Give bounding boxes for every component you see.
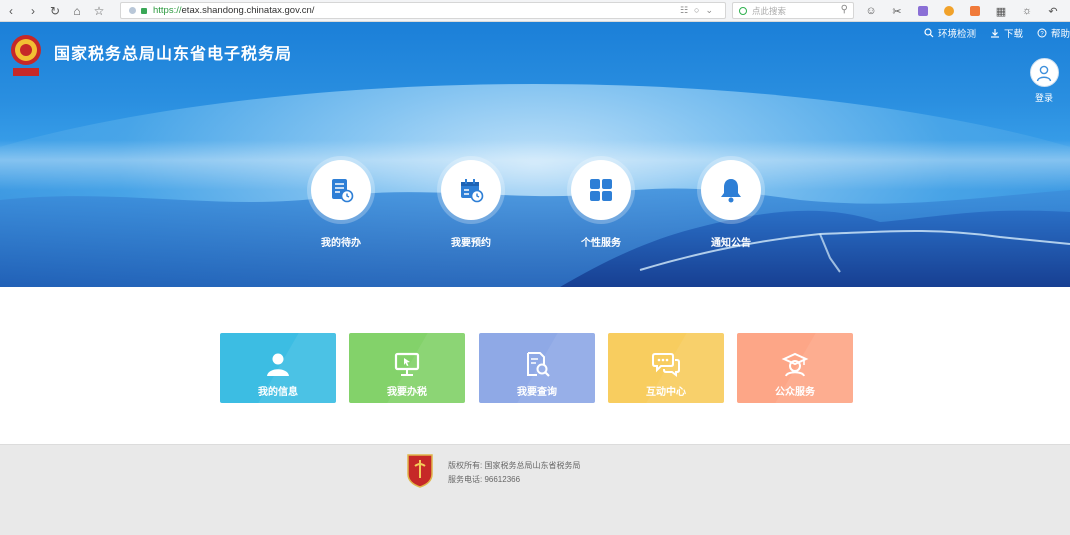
link-env-check[interactable]: 环境检测 <box>924 26 976 40</box>
police-badge-icon[interactable] <box>406 452 434 488</box>
search-placeholder: 点此搜索 <box>752 5 787 16</box>
undo-icon[interactable]: ↶ <box>1040 0 1066 22</box>
tile-label: 我要办税 <box>387 387 427 398</box>
header-links: 环境检测 下载 ? 帮助 <box>924 26 1070 40</box>
search-doc-icon <box>479 333 595 377</box>
secure-lock-icon <box>141 7 147 14</box>
bookmark-star-icon[interactable]: ☆ <box>88 0 110 22</box>
quick-entry-label: 通知公告 <box>711 238 751 249</box>
translate-icon[interactable]: ☺ <box>858 0 884 22</box>
tile-interaction-center[interactable]: 互动中心 <box>608 333 724 403</box>
quick-entry-appointment[interactable]: 我要预约 <box>431 160 511 249</box>
avatar-icon <box>1029 58 1059 87</box>
extension-icon[interactable] <box>910 0 936 22</box>
search-icon <box>924 28 934 38</box>
quick-entry-label: 个性服务 <box>581 238 621 249</box>
menu-icon[interactable]: ≡ <box>1066 0 1070 22</box>
back-icon[interactable]: ‹ <box>0 0 22 22</box>
todo-doc-icon <box>311 160 371 220</box>
quick-entry-notice[interactable]: 通知公告 <box>691 160 771 249</box>
link-help[interactable]: ? 帮助 <box>1037 26 1070 40</box>
game-icon[interactable] <box>962 0 988 22</box>
link-download[interactable]: 下载 <box>990 26 1023 40</box>
quick-entry-todo[interactable]: 我的待办 <box>301 160 381 249</box>
quick-entry-personal-service[interactable]: 个性服务 <box>561 160 641 249</box>
service-phone-text: 服务电话: 96612366 <box>448 475 521 484</box>
shield-extension-icon[interactable] <box>936 0 962 22</box>
browser-search-box[interactable]: 点此搜索 ⚲ <box>732 2 854 19</box>
tile-query[interactable]: 我要查询 <box>479 333 595 403</box>
tile-handle-tax[interactable]: 我要办税 <box>349 333 465 403</box>
chat-icon <box>608 333 724 377</box>
grid-icon <box>571 160 631 220</box>
tile-label: 公众服务 <box>775 387 815 398</box>
quick-entry-label: 我要预约 <box>451 238 491 249</box>
tile-label: 互动中心 <box>646 387 686 398</box>
brightness-icon[interactable]: ☼ <box>1014 0 1040 22</box>
browser-toolbar: ‹ › ↻ ⌂ ☆ https://etax.shandong.chinatax… <box>0 0 1070 22</box>
hero-banner: 国家税务总局山东省电子税务局 环境检测 下载 ? 帮助 登录 我的待办 我要预约 <box>0 22 1070 287</box>
site-info-icon[interactable] <box>129 7 136 14</box>
user-icon <box>220 333 336 377</box>
calendar-icon <box>441 160 501 220</box>
tax-bureau-emblem-logo[interactable] <box>8 30 44 78</box>
bell-icon <box>701 160 761 220</box>
tile-label: 我的信息 <box>258 387 298 398</box>
login-button[interactable]: 登录 <box>1029 58 1059 104</box>
home-icon[interactable]: ⌂ <box>66 0 88 22</box>
address-bar[interactable]: https://etax.shandong.chinatax.gov.cn/ ☷… <box>120 2 726 19</box>
apps-grid-icon[interactable]: ▦ <box>988 0 1014 22</box>
footer <box>0 444 1070 535</box>
link-label: 下载 <box>1003 29 1023 40</box>
reload-icon[interactable]: ↻ <box>44 0 66 22</box>
copyright-text: 版权所有: 国家税务总局山东省税务局 <box>448 461 581 470</box>
link-label: 帮助 <box>1050 29 1070 40</box>
screenshot-scissors-icon[interactable]: ✂ <box>884 0 910 22</box>
link-label: 环境检测 <box>937 29 976 40</box>
public-service-icon <box>737 333 853 377</box>
search-icon[interactable]: ⚲ <box>841 4 848 15</box>
monitor-icon <box>349 333 465 377</box>
download-icon <box>990 29 999 38</box>
footer-info: 版权所有: 国家税务总局山东省税务局 服务电话: 96612366 <box>448 459 580 487</box>
login-label: 登录 <box>1034 93 1053 103</box>
site-title: 国家税务总局山东省电子税务局 <box>54 46 293 63</box>
address-bar-actions-icon[interactable]: ☷○⌄ <box>680 5 719 16</box>
tile-label: 我要查询 <box>517 387 557 398</box>
help-icon: ? <box>1037 28 1047 38</box>
url-text: etax.shandong.chinatax.gov.cn/ <box>181 5 315 16</box>
url-scheme: https:// <box>153 5 182 16</box>
forward-icon[interactable]: › <box>22 0 44 22</box>
quick-entry-label: 我的待办 <box>321 238 361 249</box>
tile-my-info[interactable]: 我的信息 <box>220 333 336 403</box>
tile-public-service[interactable]: 公众服务 <box>737 333 853 403</box>
search-engine-icon <box>739 6 747 15</box>
